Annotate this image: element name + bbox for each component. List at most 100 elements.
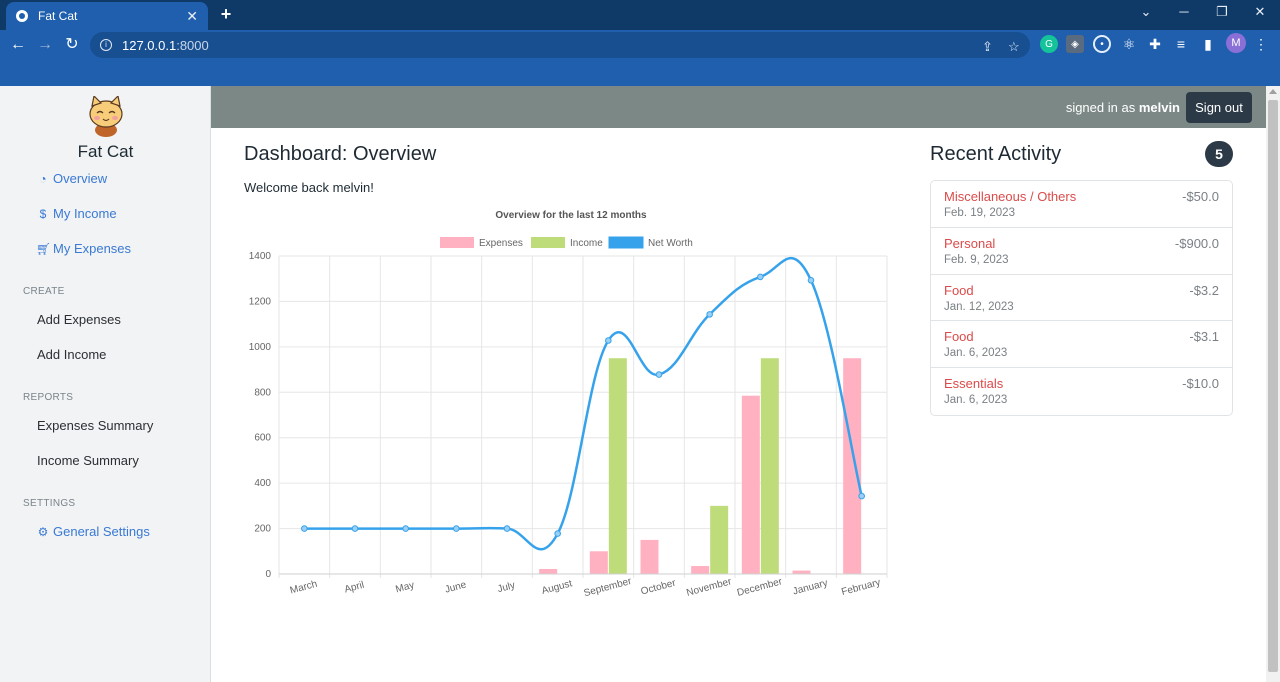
section-header-settings: SETTINGS [23,498,76,509]
sidebar-item-my-income[interactable]: $ My Income [36,206,117,221]
legend-swatch [531,237,565,248]
browser-tab[interactable]: Fat Cat ✕ [6,2,208,30]
y-tick-label: 800 [254,387,271,398]
legend-label: Net Worth [648,238,693,249]
activity-category: Miscellaneous / Others [944,189,1077,204]
legend-swatch [440,237,474,248]
bar-expenses [843,358,862,574]
list-item[interactable]: Food Jan. 12, 2023 -$3.2 [931,275,1232,322]
x-tick-label: April [343,580,365,596]
scrollbar-thumb[interactable] [1268,100,1278,672]
activity-amount: -$3.2 [1189,282,1219,298]
net-worth-point [453,525,460,532]
list-item[interactable]: Miscellaneous / Others Feb. 19, 2023 -$5… [931,181,1232,228]
tab-search-icon[interactable]: ⌄ [1135,4,1157,20]
activity-category: Personal [944,235,996,251]
grammarly-icon[interactable]: G [1040,35,1058,53]
share-icon[interactable]: ⇪ [982,39,993,55]
url-host: 127.0.0.1 [122,37,177,53]
x-tick-label: January [792,578,829,598]
overview-chart-svg: Overview for the last 12 months Expenses I… [249,210,888,599]
recent-activity-title: Recent Activity [930,143,1062,165]
sidebar-item-income-summary[interactable]: Income Summary [37,453,139,468]
legend-label: Income [570,238,603,249]
activity-category: Food [944,282,974,298]
page-scrollbar[interactable] [1266,86,1280,682]
sidebar-item-expenses-summary[interactable]: Expenses Summary [37,418,153,433]
cart-icon: 🛒︎ [36,241,52,256]
list-item[interactable]: Essentials Jan. 6, 2023 -$10.0 [931,368,1232,415]
restore-icon[interactable]: ❐ [1211,4,1233,20]
bar-income [710,505,729,574]
sidebar-item-my-expenses[interactable]: 🛒︎ My Expenses [36,241,131,256]
url-port: :8000 [176,37,209,53]
tab-close-icon[interactable]: ✕ [186,8,198,25]
shield-icon[interactable]: ◈ [1066,35,1084,53]
activity-amount: -$50.0 [1182,189,1219,204]
profile-avatar[interactable]: M [1226,33,1246,53]
activity-date: Jan. 12, 2023 [944,300,1014,313]
bar-income [760,358,779,574]
back-arrow-icon[interactable]: ← [7,34,29,56]
list-item[interactable]: Personal Feb. 9, 2023 -$900.0 [931,228,1232,275]
target-icon[interactable]: • [1093,35,1111,53]
sidebar-item-label: Overview [53,171,108,186]
close-window-icon[interactable]: ✕ [1249,4,1271,20]
net-worth-point [503,525,511,532]
puzzle-icon[interactable]: ✚ [1146,35,1164,53]
sidebar-item-add-expenses[interactable]: Add Expenses [37,312,121,327]
info-icon[interactable]: i [100,39,112,51]
list-item[interactable]: Food Jan. 6, 2023 -$3.1 [931,321,1232,369]
legend-label: Expenses [479,238,523,249]
net-worth-point [605,337,612,344]
new-tab-button[interactable]: + [216,4,236,25]
net-worth-point [351,525,359,532]
reload-icon[interactable]: ↻ [61,34,83,56]
user-header: signed in as melvin Sign out [211,86,1266,128]
x-tick-label: November [685,576,733,599]
signed-in-prefix: signed in as [1065,100,1139,115]
activity-amount: -$10.0 [1182,376,1219,392]
x-tick-label: December [736,576,784,599]
sidebar-item-add-income[interactable]: Add Income [37,347,106,362]
bar-expenses [741,395,760,574]
y-tick-label: 200 [254,524,271,535]
address-bar[interactable]: i 127.0.0.1:8000 ⇪ ☆ [90,32,1030,58]
browser-toolbar: ← → ↻ i 127.0.0.1:8000 ⇪ ☆ G ◈ • ⚛ ✚ ≡ ▮… [0,30,1280,86]
browser-tab-strip: Fat Cat ✕ + ⌄ ─ ❐ ✕ [0,0,1280,30]
sidepanel-icon[interactable]: ▮ [1199,35,1217,53]
more-vert-icon[interactable]: ⋮ [1252,35,1270,53]
net-worth-point [402,525,409,532]
x-tick-label: August [541,578,574,597]
sidebar-item-overview[interactable]: ◔ Overview [36,171,107,186]
forward-arrow-icon[interactable]: → [34,34,56,56]
sidebar-item-general-settings[interactable]: ⚙ General Settings [36,524,150,539]
bar-expenses [691,566,710,574]
x-tick-label: February [840,577,881,598]
net-worth-point [655,371,663,378]
activity-category: Essentials [944,376,1004,392]
signed-in-text: signed in as melvin [1066,100,1180,115]
bar-expenses [589,551,608,574]
playlist-icon[interactable]: ≡ [1172,35,1190,53]
chart-title: Overview for the last 12 months [495,210,647,221]
sidebar-item-label: My Income [53,206,117,221]
x-tick-label: March [289,579,319,597]
star-icon[interactable]: ☆ [1008,39,1020,55]
minimize-icon[interactable]: ─ [1173,4,1195,19]
net-worth-point [301,525,308,532]
react-icon[interactable]: ⚛ [1120,35,1138,53]
scroll-up-arrow-icon[interactable] [1269,89,1277,94]
page-title: Dashboard: Overview [244,143,437,165]
sign-out-button[interactable]: Sign out [1186,92,1252,123]
y-tick-label: 1000 [249,342,272,353]
activity-date: Feb. 9, 2023 [944,253,1009,266]
y-tick-label: 600 [254,433,271,444]
activity-amount: -$900.0 [1174,235,1219,251]
x-tick-label: July [496,580,516,595]
activity-category: Food [944,329,974,345]
y-tick-label: 400 [254,478,271,489]
gear-icon: ⚙ [37,524,49,539]
net-worth-point [554,530,561,537]
dashboard-icon: ◔ [39,171,47,186]
